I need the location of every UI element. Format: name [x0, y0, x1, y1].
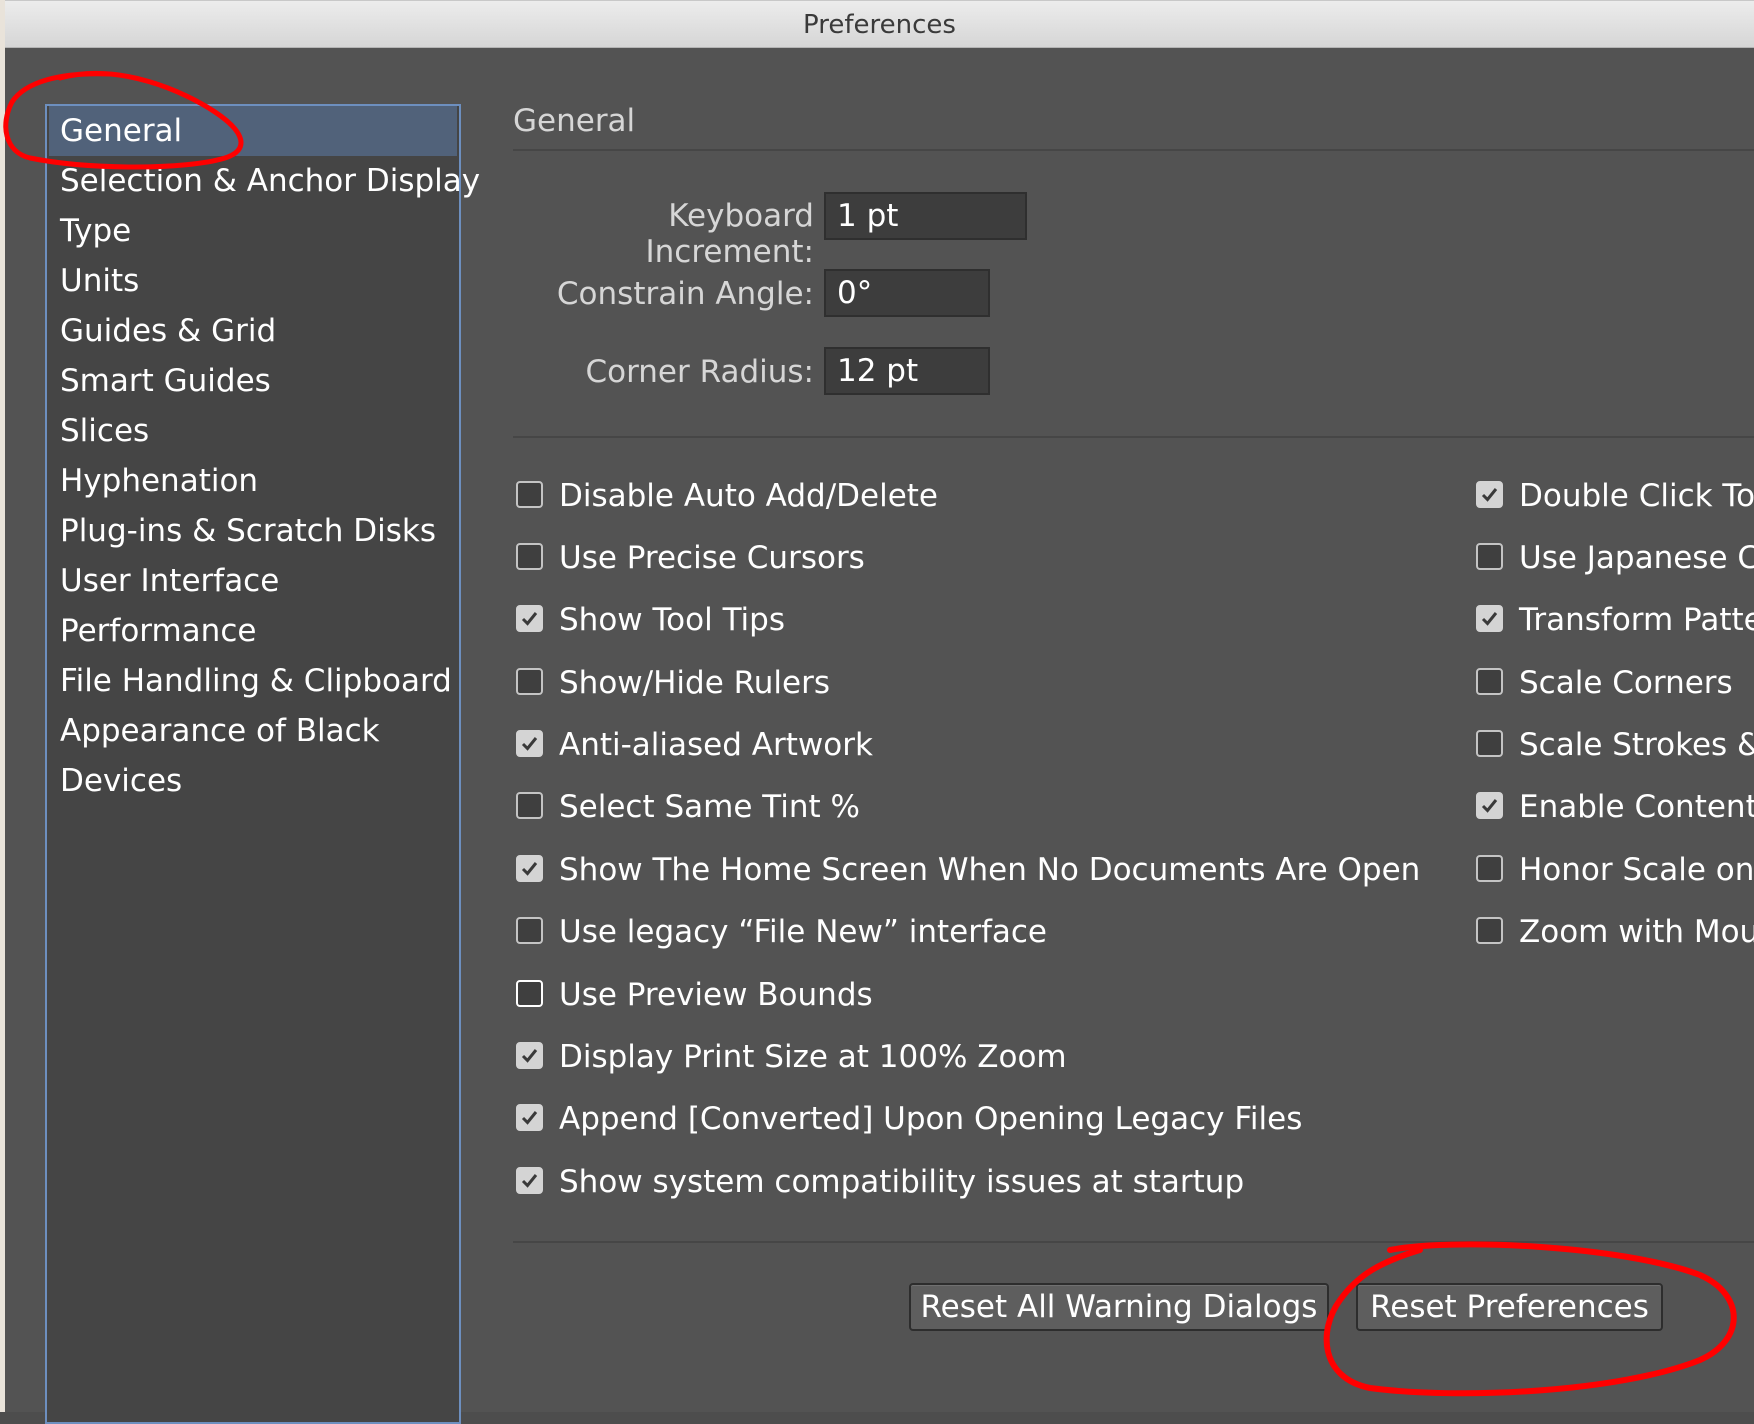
- checkmark-icon: [521, 737, 538, 751]
- sidebar-item-general[interactable]: General: [49, 106, 457, 156]
- checkbox-label: Display Print Size at 100% Zoom: [559, 1039, 1067, 1075]
- checkbox-label: Anti-aliased Artwork: [559, 727, 873, 763]
- checkbox-box[interactable]: [1476, 668, 1503, 695]
- checkbox-label: Show/Hide Rulers: [559, 665, 830, 701]
- sidebar-item-slices[interactable]: Slices: [49, 406, 457, 456]
- keyboard-increment-input[interactable]: 1 pt: [824, 192, 1027, 240]
- checkbox-box-checked[interactable]: [516, 605, 543, 632]
- checkbox-label: Transform Patte: [1519, 602, 1754, 638]
- checkbox-box[interactable]: [516, 917, 543, 944]
- sidebar-item-hyphenation[interactable]: Hyphenation: [49, 456, 457, 506]
- divider-middle: [513, 436, 1754, 438]
- sidebar-item-user-interface[interactable]: User Interface: [49, 556, 457, 606]
- checkbox-label: Disable Auto Add/Delete: [559, 478, 938, 514]
- checkmark-icon: [1481, 799, 1498, 813]
- checkmark-icon: [521, 1049, 538, 1063]
- title-bar: Preferences: [5, 0, 1754, 48]
- checkbox-label: Scale Corners: [1519, 665, 1733, 701]
- checkbox-label: Double Click To: [1519, 478, 1754, 514]
- checkbox-box-checked[interactable]: [516, 1042, 543, 1069]
- checkbox-box[interactable]: [516, 481, 543, 508]
- checkbox-box-checked[interactable]: [516, 1167, 543, 1194]
- checkbox-label: Select Same Tint %: [559, 789, 860, 825]
- sidebar-item-units[interactable]: Units: [49, 256, 457, 306]
- checkbox-label: Show system compatibility issues at star…: [559, 1164, 1245, 1200]
- corner-radius-input[interactable]: 12 pt: [824, 347, 990, 395]
- checkbox-label: Show Tool Tips: [559, 602, 785, 638]
- checkmark-icon: [1481, 488, 1498, 502]
- checkmark-icon: [521, 1111, 538, 1125]
- corner-radius-label: Corner Radius:: [585, 354, 814, 390]
- checkbox-box[interactable]: [1476, 917, 1503, 944]
- checkbox-box[interactable]: [516, 792, 543, 819]
- checkbox-label: Use Precise Cursors: [559, 540, 865, 576]
- checkbox-box-checked[interactable]: [1476, 792, 1503, 819]
- sidebar-item-smart-guides[interactable]: Smart Guides: [49, 356, 457, 406]
- constrain-angle-input[interactable]: 0°: [824, 269, 990, 317]
- sidebar-item-performance[interactable]: Performance: [49, 606, 457, 656]
- constrain-angle-label: Constrain Angle:: [556, 276, 814, 312]
- checkbox-label: Show The Home Screen When No Documents A…: [559, 852, 1421, 888]
- reset-preferences-button[interactable]: Reset Preferences: [1356, 1283, 1663, 1331]
- checkbox-box-checked[interactable]: [516, 730, 543, 757]
- checkbox-box-checked[interactable]: [516, 855, 543, 882]
- reset-all-warning-dialogs-button[interactable]: Reset All Warning Dialogs: [909, 1283, 1329, 1331]
- checkbox-box-checked[interactable]: [1476, 481, 1503, 508]
- checkbox-box[interactable]: [516, 980, 543, 1007]
- divider-top: [513, 149, 1754, 151]
- checkmark-icon: [521, 612, 538, 626]
- checkbox-box[interactable]: [1476, 730, 1503, 757]
- checkbox-box[interactable]: [1476, 543, 1503, 570]
- checkbox-box-checked[interactable]: [1476, 605, 1503, 632]
- window-title: Preferences: [803, 10, 956, 40]
- category-sidebar: General Selection & Anchor Display Type …: [45, 104, 480, 1424]
- checkmark-icon: [521, 862, 538, 876]
- sidebar-item-plugins-scratch-disks[interactable]: Plug-ins & Scratch Disks: [49, 506, 457, 556]
- checkbox-box[interactable]: [516, 543, 543, 570]
- checkbox-label: Zoom with Mous: [1519, 914, 1754, 950]
- keyboard-increment-label: Keyboard Increment:: [645, 198, 815, 270]
- sidebar-item-type[interactable]: Type: [49, 206, 457, 256]
- sidebar-item-appearance-of-black[interactable]: Appearance of Black: [49, 706, 457, 756]
- checkmark-icon: [1481, 612, 1498, 626]
- checkbox-label: Use Preview Bounds: [559, 977, 873, 1013]
- checkbox-label: Enable Content A: [1519, 789, 1754, 825]
- checkbox-box-checked[interactable]: [516, 1104, 543, 1131]
- checkbox-label: Honor Scale on P: [1519, 852, 1754, 888]
- checkbox-box[interactable]: [516, 668, 543, 695]
- checkmark-icon: [521, 1174, 538, 1188]
- checkbox-label: Use legacy “File New” interface: [559, 914, 1047, 950]
- checkbox-box[interactable]: [1476, 855, 1503, 882]
- sidebar-item-guides-grid[interactable]: Guides & Grid: [49, 306, 457, 356]
- sidebar-item-file-handling-clipboard[interactable]: File Handling & Clipboard: [49, 656, 457, 706]
- checkbox-label: Use Japanese Cr: [1519, 540, 1754, 576]
- checkbox-label: Scale Strokes & E: [1519, 727, 1754, 763]
- checkbox-label: Append [Converted] Upon Opening Legacy F…: [559, 1101, 1303, 1137]
- sidebar-item-devices[interactable]: Devices: [49, 756, 457, 806]
- sidebar-item-selection-anchor-display[interactable]: Selection & Anchor Display: [49, 156, 480, 206]
- divider-bottom: [513, 1241, 1754, 1243]
- section-title: General: [513, 103, 636, 139]
